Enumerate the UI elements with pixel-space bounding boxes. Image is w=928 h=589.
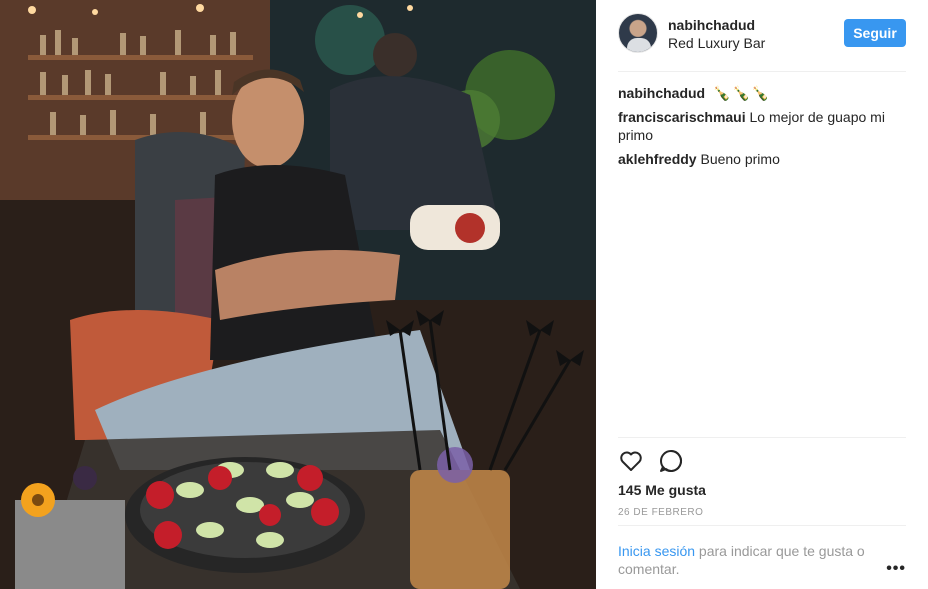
comment-list: nabihchadud 🍾🍾🍾 franciscarischmaui Lo me… — [618, 84, 906, 174]
action-bar — [618, 448, 738, 474]
comment-item: nabihchadud 🍾🍾🍾 — [618, 84, 906, 102]
avatar[interactable] — [618, 13, 658, 53]
comment-item: aklehfreddy Bueno primo — [618, 150, 906, 168]
header-divider — [618, 71, 906, 72]
ellipsis-icon[interactable]: ••• — [886, 560, 906, 578]
login-link[interactable]: Inicia sesión — [618, 543, 695, 559]
post-date: 26 DE FEBRERO — [618, 507, 704, 518]
post-side-panel: nabihchadud Red Luxury Bar Seguir nabihc… — [596, 0, 928, 589]
champagne-bottles: 🍾🍾🍾 — [713, 85, 772, 101]
post-location[interactable]: Red Luxury Bar — [668, 35, 765, 51]
heart-icon[interactable] — [618, 448, 644, 474]
login-divider — [618, 525, 906, 526]
photo-illustration — [0, 0, 596, 589]
post-photo[interactable] — [0, 0, 596, 589]
likes-count[interactable]: 145 Me gusta — [618, 482, 706, 498]
actions-divider — [618, 437, 906, 438]
login-prompt: Inicia sesión para indicar que te gusta … — [618, 542, 878, 578]
follow-button[interactable]: Seguir — [844, 19, 906, 47]
post-header: nabihchadud Red Luxury Bar Seguir — [618, 13, 906, 57]
speech-bubble-icon[interactable] — [658, 448, 684, 474]
comment-username[interactable]: nabihchadud — [618, 85, 705, 101]
comment-username[interactable]: aklehfreddy — [618, 151, 697, 167]
post-username[interactable]: nabihchadud — [668, 17, 755, 33]
comment-item: franciscarischmaui Lo mejor de guapo mi … — [618, 108, 906, 144]
comment-username[interactable]: franciscarischmaui — [618, 109, 746, 125]
comment-text: Bueno primo — [700, 151, 780, 167]
